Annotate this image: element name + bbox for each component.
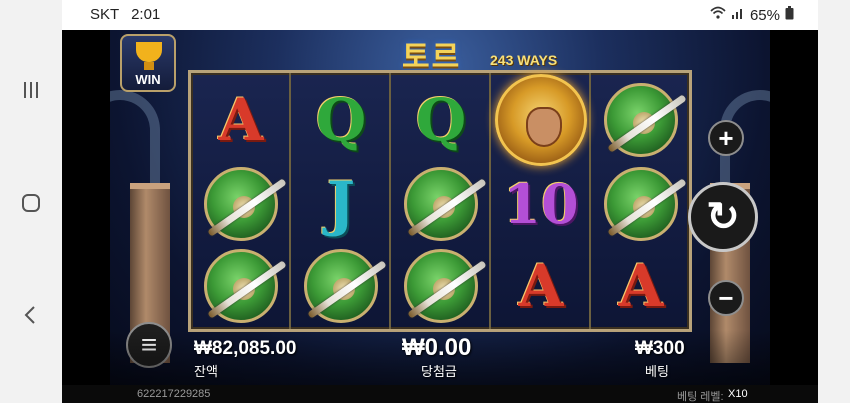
status-bar: SKT 2:01 65% — [62, 0, 818, 30]
trophy-icon — [136, 42, 162, 62]
home-icon[interactable] — [16, 188, 46, 218]
bet-value: ₩300 — [635, 338, 685, 359]
bet-increase-button[interactable]: + — [708, 120, 744, 156]
symbol-cell: Q — [291, 77, 391, 162]
ways-label: 243 WAYS — [490, 52, 558, 68]
symbol-q: Q — [315, 85, 367, 154]
balance-label: 잔액 — [194, 364, 218, 379]
symbol-cell — [591, 161, 691, 246]
battery-icon — [785, 6, 794, 24]
reel-5: A — [591, 73, 691, 329]
shield-sword-symbol — [404, 248, 487, 323]
symbol-cell — [391, 161, 491, 246]
reel-1: A — [191, 73, 291, 329]
symbol-cell: Q — [391, 77, 491, 162]
bet-label: 베팅 — [645, 364, 669, 379]
reel-2: Q J — [291, 73, 391, 329]
carrier-label: SKT — [90, 6, 119, 23]
round-id: 622217229285 — [137, 388, 211, 400]
reels-grid: A Q J Q 10 A A — [188, 70, 692, 332]
bet-decrease-button[interactable]: − — [708, 280, 744, 316]
symbol-a: A — [218, 85, 264, 154]
bet-level-label: 베팅 레벨: — [677, 391, 724, 403]
back-icon[interactable] — [16, 300, 46, 330]
win-value: ₩0.00 — [402, 334, 472, 361]
shield-sword-symbol — [404, 166, 487, 241]
symbol-cell: A — [191, 77, 291, 162]
signal-icon — [731, 6, 745, 24]
shield-sword-symbol — [604, 82, 687, 157]
symbol-cell: A — [591, 243, 691, 328]
screen-margin — [818, 0, 850, 403]
symbol-cell — [591, 77, 691, 162]
win-label: 당첨금 — [421, 364, 457, 379]
trophy-base — [144, 62, 154, 70]
shield-sword-symbol — [304, 248, 387, 323]
symbol-cell — [391, 243, 491, 328]
wifi-icon — [710, 6, 726, 24]
battery-percent: 65% — [749, 6, 780, 24]
symbol-a: A — [518, 251, 564, 320]
symbol-cell: A — [491, 243, 591, 328]
symbol-cell — [491, 73, 591, 166]
win-badge-label: WIN — [135, 72, 161, 87]
balance-value: ₩82,085.00 — [194, 338, 297, 359]
symbol-q: Q — [415, 85, 467, 154]
symbol-cell — [191, 243, 291, 328]
reel-4: 10 A — [491, 73, 591, 329]
thor-wild-symbol — [495, 73, 587, 166]
shield-sword-symbol — [204, 248, 287, 323]
shield-sword-symbol — [604, 166, 687, 241]
clock: 2:01 — [131, 6, 161, 23]
symbol-cell — [291, 243, 391, 328]
recent-apps-icon[interactable] — [16, 75, 46, 105]
screen: SKT 2:01 65% 토르 243 WAYS WIN A Q J Q 10 … — [0, 0, 850, 403]
spin-button[interactable]: ↻ — [688, 182, 758, 252]
symbol-cell: 10 — [491, 161, 591, 246]
shield-sword-symbol — [204, 166, 287, 241]
win-history-button[interactable]: WIN — [120, 34, 176, 92]
bet-level-value: X10 — [728, 388, 748, 400]
bottom-hud: ₩82,085.00 잔액 ₩0.00 당첨금 ₩300 베팅 — [110, 330, 770, 388]
symbol-cell: J — [291, 161, 391, 246]
symbol-a: A — [618, 251, 664, 320]
reel-3: Q — [391, 73, 491, 329]
symbol-cell — [191, 161, 291, 246]
android-nav-bar — [0, 0, 62, 403]
symbol-10: 10 — [503, 171, 579, 236]
symbol-j: J — [326, 168, 356, 239]
game-footer: 622217229285 베팅 레벨: X10 — [62, 385, 818, 403]
slot-game-viewport: 토르 243 WAYS WIN A Q J Q 10 A A + ↻ − ₩82… — [62, 30, 818, 403]
